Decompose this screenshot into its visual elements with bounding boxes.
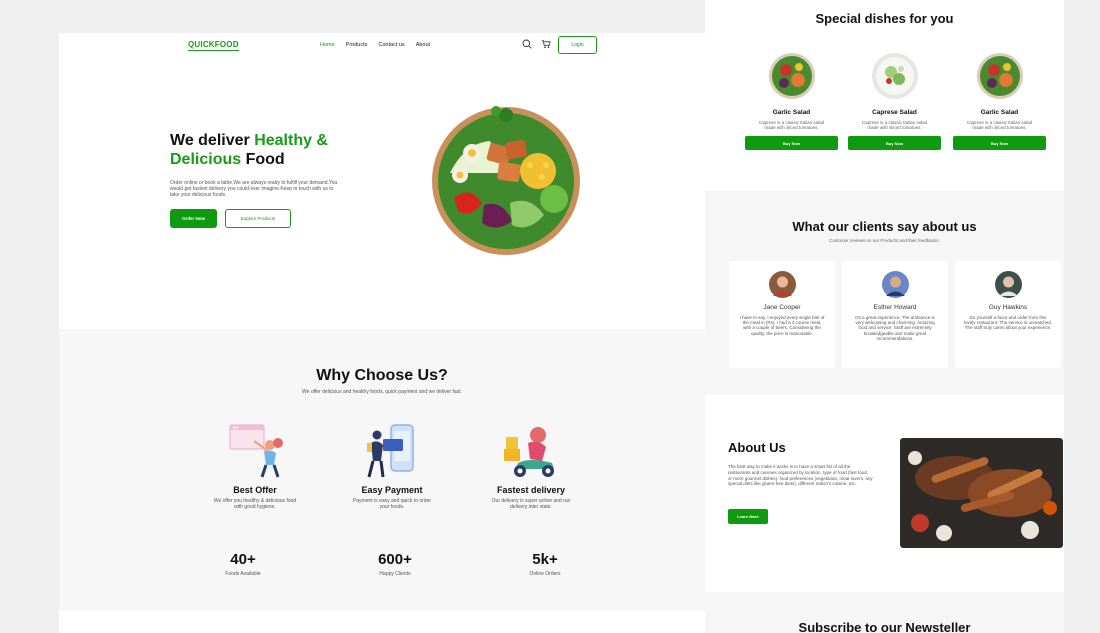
explore-products-button[interactable]: Explore Products	[225, 209, 291, 228]
about-title: About Us	[728, 440, 786, 455]
hero-title-part1: We deliver	[170, 132, 255, 149]
garlic-salad-image	[976, 53, 1023, 99]
buy-now-button[interactable]: Buy Now	[953, 136, 1046, 150]
nav-link-contact[interactable]: Contact us	[378, 42, 404, 48]
dish-name: Garlic Salad	[980, 109, 1019, 116]
stat-label: Online Orders	[529, 571, 561, 577]
easy-payment-illustration	[367, 424, 414, 478]
about-text: The best way to make it works is to have…	[728, 464, 873, 487]
order-now-button[interactable]: Order Now	[170, 209, 217, 228]
why-subtitle: We offer delicious and healthy foods, qu…	[302, 389, 462, 395]
feature-desc: We offer you healthy & delicious food wi…	[213, 498, 297, 510]
landing-page: QUICKFOOD Home Products Contact us About…	[59, 33, 705, 633]
best-offer-illustration	[229, 424, 283, 478]
stat-label: Happy Clients	[379, 571, 411, 577]
feature-title: Easy Payment	[361, 485, 423, 495]
newsletter-title: Subscribe to our Newsteller	[798, 620, 971, 633]
reviews-title: What our clients say about us	[792, 219, 977, 234]
dish-desc: Caprese is a classic Italian salad made …	[758, 120, 825, 130]
stat-orders: 5k+ Online Orders	[505, 551, 585, 577]
delivery-scooter-illustration	[504, 427, 554, 477]
why-choose-us-section: Why Choose Us? We offer delicious and he…	[59, 329, 705, 611]
garlic-salad-image	[768, 53, 815, 99]
learn-more-button[interactable]: Learn More	[728, 509, 768, 524]
reviewer-name: Esther Howard	[873, 304, 917, 311]
feature-title: Fastest delivery	[496, 485, 566, 495]
avatar	[881, 271, 909, 298]
hero-title: We deliver Healthy & Delicious Food	[170, 132, 360, 169]
feature-desc: Payment is easy and quick to order your …	[352, 498, 432, 510]
hero-description: Order online or book a table.We are alwa…	[170, 180, 338, 198]
review-card: Esther Howard It's a great experience. T…	[842, 261, 948, 368]
reviews-section: What our clients say about us Customer r…	[705, 191, 1064, 395]
avatar	[768, 271, 796, 298]
hero-title-part2: Food	[241, 150, 285, 168]
dish-card: Garlic Salad Caprese is a classic Italia…	[953, 52, 1046, 150]
caprese-salad-image	[871, 53, 918, 99]
dish-card: Garlic Salad Caprese is a classic Italia…	[745, 52, 838, 150]
review-text: Do yourself a favor and order from this …	[964, 315, 1052, 331]
feature-easy-payment: Easy Payment Payment is easy and quick t…	[344, 421, 440, 510]
nav-link-products[interactable]: Products	[346, 42, 368, 48]
buy-now-button[interactable]: Buy Now	[848, 136, 941, 150]
feature-fastest-delivery: Fastest delivery Our delivery is super a…	[483, 421, 579, 510]
salad-bowl-image	[432, 106, 580, 255]
logo[interactable]: QUICKFOOD	[188, 40, 239, 51]
dish-name: Caprese Salad	[872, 109, 917, 116]
dish-desc: Caprese is a classic Italian salad made …	[861, 120, 928, 130]
nav-link-home[interactable]: Home	[320, 42, 335, 48]
reviewer-name: Jane Cooper	[763, 304, 801, 311]
stat-value: 40+	[230, 551, 256, 568]
review-text: I have to say, I enjoyed every single bi…	[739, 315, 825, 336]
buy-now-button[interactable]: Buy Now	[745, 136, 838, 150]
newsletter-section: Subscribe to our Newsteller	[705, 592, 1064, 633]
products-page: Special dishes for you Garlic Salad Capr…	[705, 0, 1064, 633]
cart-icon[interactable]	[541, 39, 551, 49]
why-title: Why Choose Us?	[316, 367, 448, 384]
stat-clients: 600+ Happy Clients	[355, 551, 435, 577]
avatar	[994, 271, 1022, 298]
stat-label: Foods Available	[225, 571, 261, 577]
nav-links: Home Products Contact us About	[320, 42, 441, 48]
feature-title: Best Offer	[233, 485, 277, 495]
navbar: QUICKFOOD Home Products Contact us About…	[59, 33, 705, 59]
review-card: Jane Cooper I have to say, I enjoyed eve…	[729, 261, 835, 368]
stat-value: 5k+	[532, 551, 558, 568]
dish-card: Caprese Salad Caprese is a classic Itali…	[848, 52, 941, 150]
review-card: Guy Hawkins Do yourself a favor and orde…	[955, 261, 1061, 368]
login-button[interactable]: Login	[558, 36, 597, 54]
review-text: It's a great experience. The ambiance is…	[855, 315, 935, 341]
reviews-subtitle: Customer reviews on our Products and the…	[829, 238, 940, 243]
feature-desc: Our delivery is super active and run del…	[491, 498, 571, 510]
dish-name: Garlic Salad	[772, 109, 811, 116]
search-icon[interactable]	[522, 39, 532, 49]
reviewer-name: Guy Hawkins	[988, 304, 1028, 311]
dish-desc: Caprese is a classic Italian salad made …	[966, 120, 1033, 130]
grilled-food-image	[900, 438, 1063, 548]
specials-title: Special dishes for you	[815, 11, 954, 26]
stat-foods: 40+ Foods Available	[203, 551, 283, 577]
stat-value: 600+	[378, 551, 412, 568]
feature-best-offer: Best Offer We offer you healthy & delici…	[207, 421, 303, 510]
nav-link-about[interactable]: About	[416, 42, 430, 48]
